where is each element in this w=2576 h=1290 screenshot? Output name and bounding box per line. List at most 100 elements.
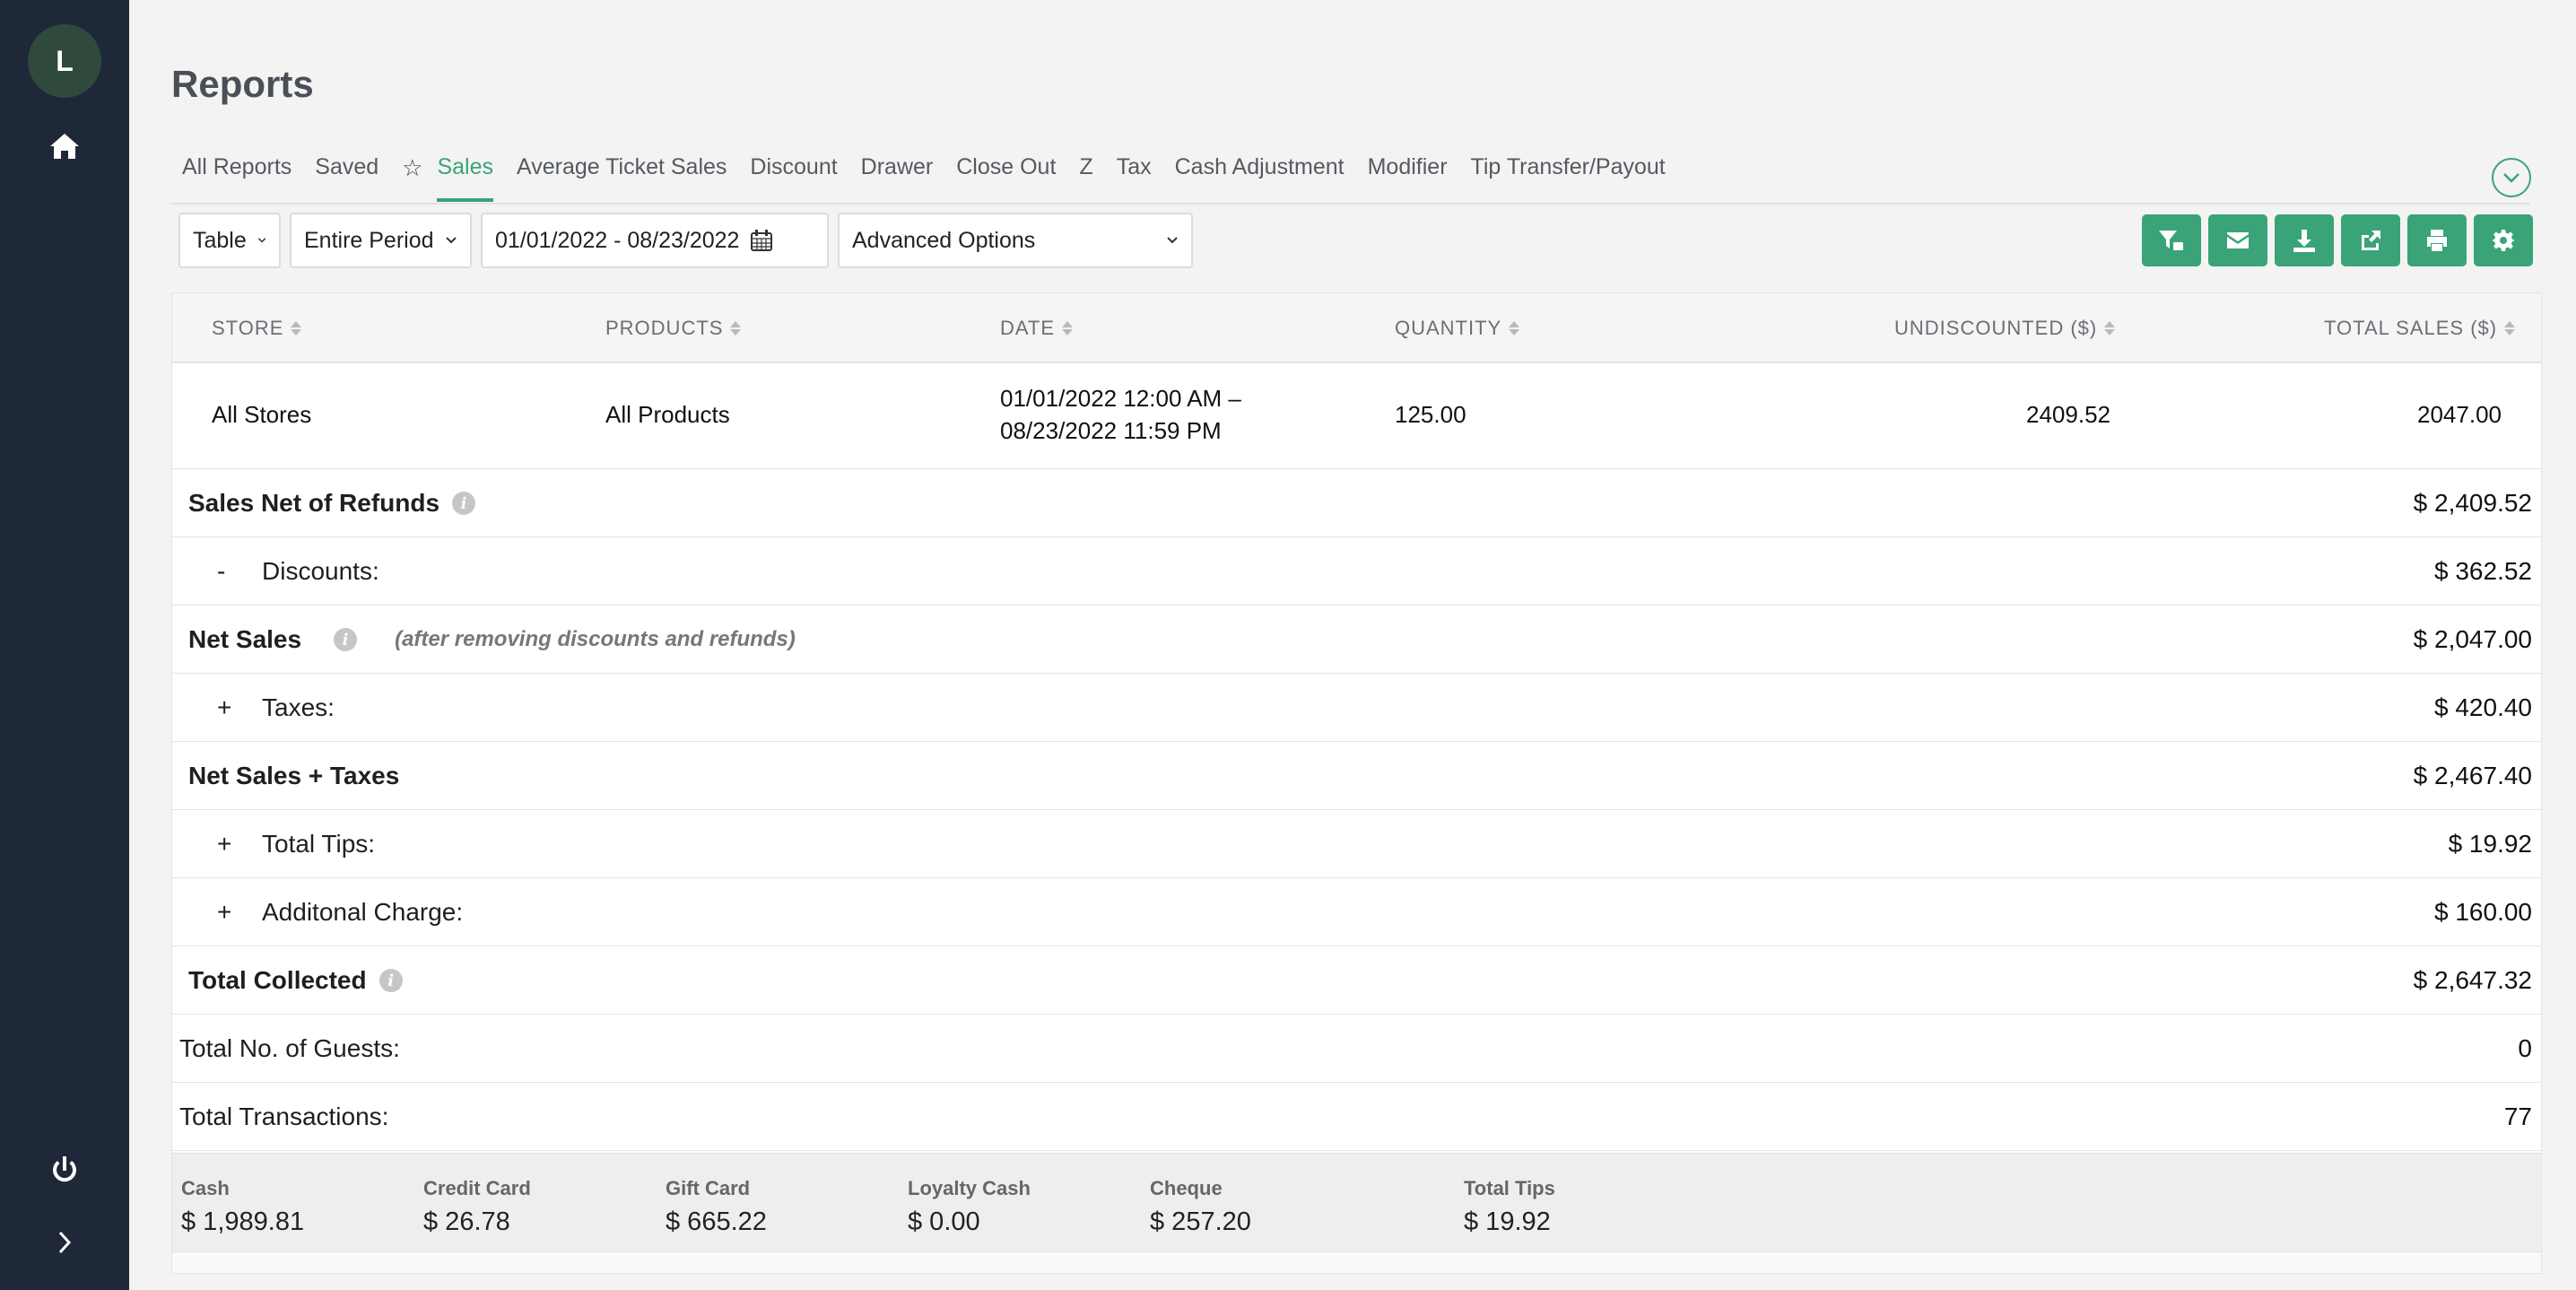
sort-icon bbox=[291, 321, 302, 336]
info-icon[interactable]: i bbox=[334, 628, 358, 651]
tab-sales[interactable]: Sales bbox=[426, 144, 504, 202]
cell-total-sales: 2047.00 bbox=[2417, 401, 2502, 428]
tab-cash-adjustment[interactable]: Cash Adjustment bbox=[1164, 144, 1355, 200]
summary-label: Net Sales bbox=[188, 625, 302, 653]
tab-discount[interactable]: Discount bbox=[739, 144, 848, 200]
power-icon[interactable] bbox=[47, 1153, 83, 1189]
chevron-down-icon bbox=[445, 237, 457, 244]
column-header-quantity[interactable]: QUANTITY bbox=[1395, 317, 1520, 340]
filter-button[interactable] bbox=[2142, 214, 2201, 266]
email-button[interactable] bbox=[2208, 214, 2267, 266]
tab-drawer[interactable]: Drawer bbox=[850, 144, 944, 200]
print-icon bbox=[2427, 230, 2447, 251]
payment-value: $ 665.22 bbox=[666, 1207, 767, 1236]
column-header-store[interactable]: STORE bbox=[212, 317, 302, 340]
net-sales-note: (after removing discounts and refunds) bbox=[395, 627, 796, 651]
avatar[interactable]: L bbox=[28, 24, 101, 98]
summary-row-total-guests: Total No. of Guests: 0 bbox=[172, 1015, 2541, 1083]
collapse-toggle-button[interactable] bbox=[2492, 158, 2531, 197]
column-header-date[interactable]: DATE bbox=[1000, 317, 1074, 340]
view-select[interactable]: Table bbox=[178, 213, 281, 268]
operator-plus: + bbox=[217, 830, 232, 858]
operator-plus: + bbox=[217, 693, 232, 721]
action-buttons bbox=[2142, 214, 2533, 266]
report-toolbar: Table Entire Period 01/01/2022 - 08/23/2… bbox=[178, 213, 1193, 268]
column-header-total-sales[interactable]: TOTAL SALES ($) bbox=[2324, 317, 2516, 340]
filter-icon bbox=[2159, 231, 2183, 250]
share-button[interactable] bbox=[2341, 214, 2400, 266]
column-header-products[interactable]: PRODUCTS bbox=[605, 317, 742, 340]
summary-label: Taxes: bbox=[262, 693, 335, 721]
summary-label: Discounts: bbox=[262, 557, 379, 585]
payment-gift-card: Gift Card $ 665.22 bbox=[666, 1177, 767, 1237]
summary-value: 77 bbox=[2503, 1103, 2532, 1130]
operator-plus: + bbox=[217, 898, 232, 926]
tab-average-ticket-sales[interactable]: Average Ticket Sales bbox=[506, 144, 737, 200]
tab-close-out[interactable]: Close Out bbox=[945, 144, 1066, 200]
tab-all-reports[interactable]: All Reports bbox=[171, 144, 302, 200]
gear-icon bbox=[2493, 230, 2514, 251]
chevron-right-icon[interactable] bbox=[47, 1225, 83, 1260]
advanced-options-select[interactable]: Advanced Options bbox=[838, 213, 1193, 268]
share-icon bbox=[2362, 231, 2380, 250]
chevron-down-icon bbox=[1167, 237, 1178, 244]
tab-saved[interactable]: Saved bbox=[304, 144, 389, 200]
sort-icon bbox=[2104, 321, 2116, 336]
table-header: STORE PRODUCTS DATE QUANTITY UNDISCOUNTE… bbox=[172, 293, 2541, 363]
sort-icon bbox=[730, 321, 742, 336]
tab-tax[interactable]: Tax bbox=[1106, 144, 1162, 200]
summary-row-discounts: - Discounts: $ 362.52 bbox=[172, 537, 2541, 606]
summary-label: Net Sales + Taxes bbox=[188, 762, 400, 789]
payment-label: Total Tips bbox=[1464, 1177, 1555, 1199]
payment-cheque: Cheque $ 257.20 bbox=[1150, 1177, 1251, 1237]
summary-row-total-transactions: Total Transactions: 77 bbox=[172, 1083, 2541, 1151]
payment-label: Credit Card bbox=[423, 1177, 531, 1199]
payment-value: $ 19.92 bbox=[1464, 1207, 1551, 1236]
summary-value: $ 2,409.52 bbox=[2413, 489, 2532, 517]
settings-button[interactable] bbox=[2474, 214, 2533, 266]
summary-value: $ 160.00 bbox=[2434, 898, 2532, 926]
payment-value: $ 257.20 bbox=[1150, 1207, 1251, 1236]
column-header-undiscounted[interactable]: UNDISCOUNTED ($) bbox=[1894, 317, 2116, 340]
chevron-down-icon bbox=[257, 238, 266, 243]
sort-icon bbox=[1509, 321, 1520, 336]
payment-breakdown: Cash $ 1,989.81 Credit Card $ 26.78 Gift… bbox=[172, 1153, 2541, 1251]
calendar-icon[interactable] bbox=[750, 229, 773, 252]
cell-quantity: 125.00 bbox=[1395, 401, 1466, 428]
tab-modifier[interactable]: Modifier bbox=[1357, 144, 1458, 200]
tab-tip-transfer-payout[interactable]: Tip Transfer/Payout bbox=[1460, 144, 1676, 200]
summary-value: $ 2,467.40 bbox=[2413, 762, 2532, 789]
star-icon[interactable]: ☆ bbox=[391, 144, 426, 202]
horizontal-scrollbar[interactable] bbox=[172, 1251, 2541, 1273]
summary-label: Additonal Charge: bbox=[262, 898, 464, 926]
report-tabs: All Reports Saved ☆ Sales Average Ticket… bbox=[171, 144, 2530, 205]
info-icon[interactable]: i bbox=[379, 969, 403, 992]
period-select[interactable]: Entire Period bbox=[290, 213, 472, 268]
download-button[interactable] bbox=[2275, 214, 2334, 266]
payment-value: $ 1,989.81 bbox=[181, 1207, 305, 1236]
payment-cash: Cash $ 1,989.81 bbox=[181, 1177, 304, 1237]
payment-value: $ 0.00 bbox=[908, 1207, 980, 1236]
cell-store: All Stores bbox=[212, 401, 312, 428]
summary-value: $ 420.40 bbox=[2434, 693, 2532, 721]
tab-z[interactable]: Z bbox=[1068, 144, 1103, 200]
summary-row-net-sales: Net Sales i (after removing discounts an… bbox=[172, 606, 2541, 674]
payment-value: $ 26.78 bbox=[423, 1207, 510, 1236]
print-button[interactable] bbox=[2407, 214, 2467, 266]
summary-value: 0 bbox=[2518, 1034, 2532, 1062]
info-icon[interactable]: i bbox=[452, 492, 476, 515]
period-select-value: Entire Period bbox=[304, 227, 434, 253]
cell-undiscounted: 2409.52 bbox=[2026, 401, 2110, 428]
payment-credit-card: Credit Card $ 26.78 bbox=[423, 1177, 531, 1237]
sort-icon bbox=[1062, 321, 1074, 336]
main-content: Reports All Reports Saved ☆ Sales Averag… bbox=[129, 0, 2576, 1290]
date-range-input[interactable]: 01/01/2022 - 08/23/2022 bbox=[481, 213, 829, 268]
download-icon bbox=[2293, 230, 2315, 252]
summary-value: $ 19.92 bbox=[2448, 830, 2532, 858]
home-icon[interactable] bbox=[47, 128, 83, 164]
payment-label: Loyalty Cash bbox=[908, 1177, 1031, 1199]
summary-row-taxes: + Taxes: $ 420.40 bbox=[172, 674, 2541, 742]
summary-label: Sales Net of Refunds bbox=[188, 489, 440, 517]
payment-total-tips: Total Tips $ 19.92 bbox=[1464, 1177, 1555, 1237]
summary-row-net-sales-taxes: Net Sales + Taxes $ 2,467.40 bbox=[172, 742, 2541, 810]
